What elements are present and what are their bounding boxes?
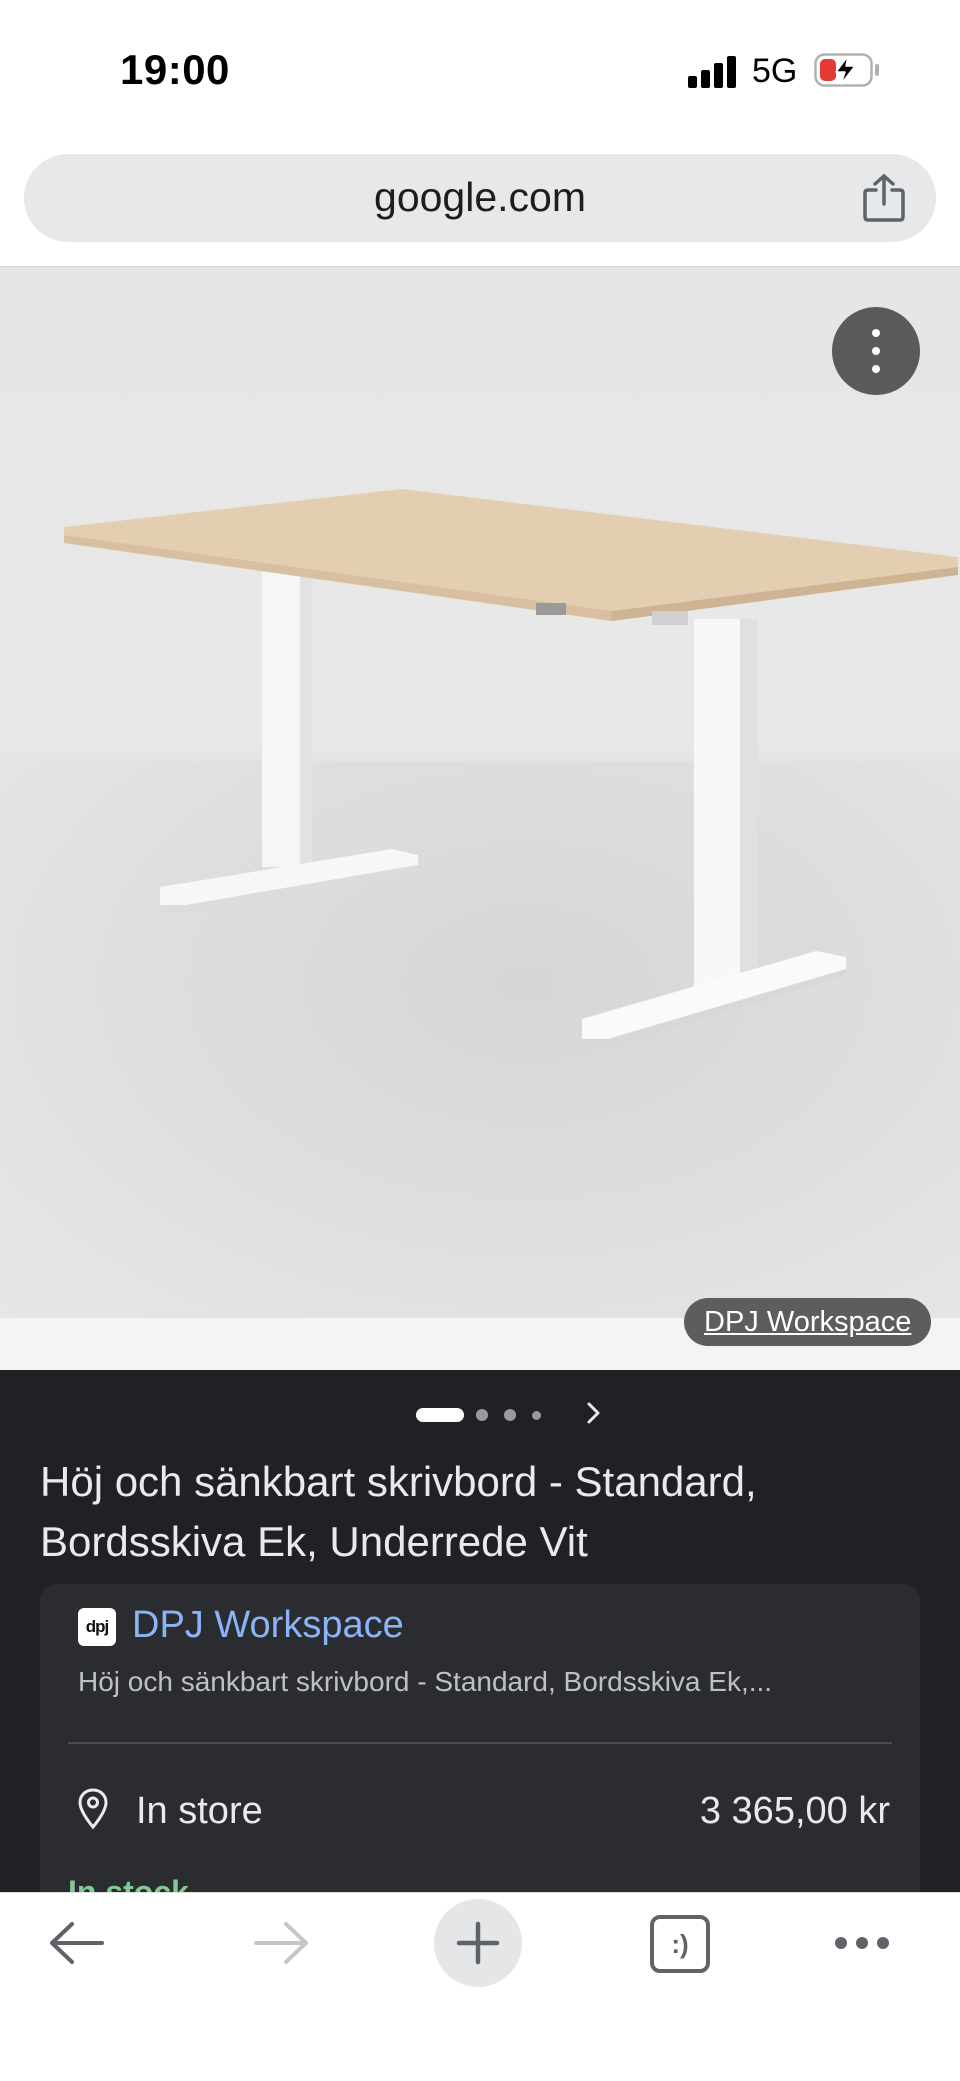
network-label: 5G (752, 52, 798, 90)
battery-charging-icon (814, 53, 879, 87)
stock-status: In stock (68, 1874, 189, 1892)
url-text[interactable]: google.com (24, 174, 936, 221)
status-time: 19:00 (120, 46, 230, 93)
forward-arrow-icon[interactable] (250, 1919, 310, 1967)
merchant-name-link[interactable]: DPJ Workspace (132, 1604, 404, 1647)
more-vertical-icon[interactable] (832, 307, 920, 395)
desk-illustration (64, 489, 958, 1047)
image-source-link[interactable]: DPJ Workspace (684, 1298, 932, 1346)
location-pin-icon (78, 1788, 108, 1830)
price: 3 365,00 kr (699, 1790, 890, 1832)
offer-description: Höj och sänkbart skrivbord - Standard, B… (78, 1666, 773, 1697)
carousel-dot[interactable] (532, 1411, 541, 1420)
product-title: Höj och sänkbart skrivbord - Standard, B… (40, 1458, 757, 1565)
browser-toolbar: :) (0, 1892, 960, 2081)
share-icon[interactable] (860, 172, 908, 224)
new-tab-button[interactable] (434, 1899, 522, 1987)
product-panel: Höj och sänkbart skrivbord - Standard, B… (0, 1370, 960, 1892)
carousel-dot[interactable] (476, 1409, 488, 1421)
merchant-logo: dpj (78, 1608, 116, 1646)
more-horizontal-icon[interactable] (832, 1929, 892, 1957)
address-bar[interactable]: google.com (24, 154, 936, 242)
divider (68, 1742, 892, 1744)
back-arrow-icon[interactable] (48, 1919, 108, 1967)
status-bar: 19:00 5G (0, 0, 960, 140)
carousel-dot[interactable] (504, 1409, 516, 1421)
offer-card[interactable]: dpj DPJ Workspace Höj och sänkbart skriv… (40, 1584, 920, 1892)
product-image[interactable] (0, 266, 960, 1318)
tabs-icon[interactable]: :) (650, 1915, 710, 1973)
signal-bars-icon (688, 56, 738, 88)
availability-label: In store (136, 1790, 263, 1832)
tabs-label: :) (671, 1929, 689, 1959)
new-tab-plus-icon (456, 1921, 500, 1965)
carousel-dot-active[interactable] (416, 1408, 464, 1422)
chevron-right-icon[interactable] (582, 1398, 606, 1428)
